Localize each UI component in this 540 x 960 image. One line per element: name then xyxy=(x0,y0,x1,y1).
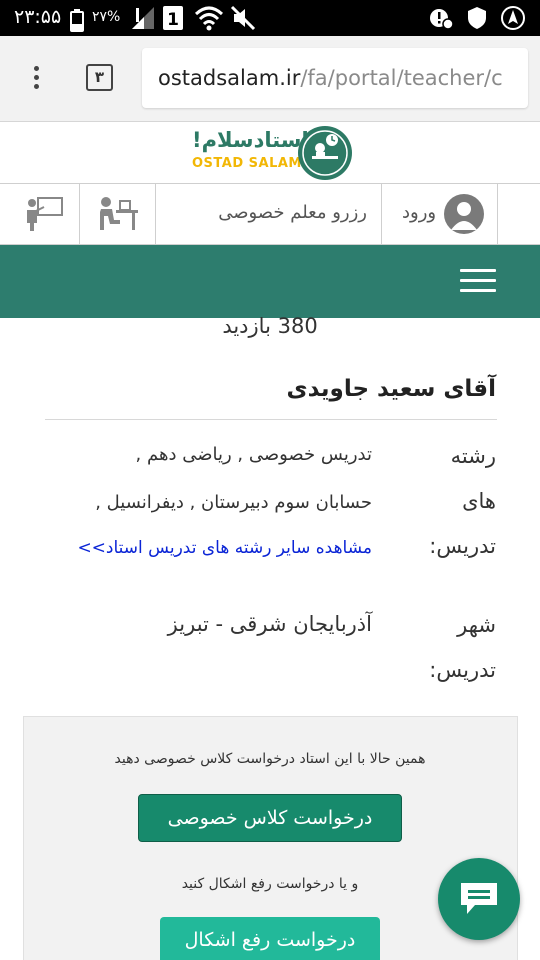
url-host: ostadsalam.ir xyxy=(158,66,301,90)
teaching-fields-label-line3: تدریس: xyxy=(429,534,496,558)
city-label-line2: تدریس: xyxy=(429,658,496,682)
nav-teacher-panel[interactable] xyxy=(0,184,80,244)
nav-reserve-teacher-label: رزرو معلم خصوصی xyxy=(218,202,367,223)
teacher-name: آقای سعید جاویدی xyxy=(286,376,496,402)
status-time: ۲۳:۵۵ xyxy=(14,6,62,28)
teaching-fields-label-line2: های xyxy=(462,489,496,513)
browser-toolbar: ۳ ostadsalam.ir/fa/portal/teacher/c xyxy=(0,36,540,122)
hamburger-menu-icon[interactable] xyxy=(460,269,496,295)
nav-student-panel[interactable] xyxy=(80,184,156,244)
sim-slot-number: 1 xyxy=(167,10,179,30)
battery-percent: ۲۷% xyxy=(92,9,121,25)
shield-icon xyxy=(468,7,486,29)
student-desk-icon xyxy=(100,197,138,230)
tab-switcher-button[interactable]: ۳ xyxy=(86,64,113,91)
status-bar: ۲۳:۵۵ ۲۷% 1 xyxy=(0,0,540,36)
request-problem-solving-button[interactable]: درخواست رفع اشکال xyxy=(160,917,380,960)
request-private-class-button[interactable]: درخواست کلاس خصوصی xyxy=(138,794,402,842)
chat-icon xyxy=(461,883,497,914)
url-path: /fa/portal/teacher/c xyxy=(300,66,503,90)
teaching-fields-line1: تدریس خصوصی , ریاضی دهم , xyxy=(135,444,372,465)
city-label-line1: شهر xyxy=(457,613,496,637)
alert-icon xyxy=(430,9,454,30)
visit-count: 380 بازدید xyxy=(222,314,318,338)
chat-button[interactable] xyxy=(438,858,520,940)
teaching-city: آذربایجان شرقی - تبریز xyxy=(167,612,372,636)
mute-icon xyxy=(230,5,256,31)
battery-icon xyxy=(70,9,84,32)
presenter-icon xyxy=(27,197,63,231)
address-bar[interactable]: ostadsalam.ir/fa/portal/teacher/c xyxy=(142,48,528,108)
user-avatar-icon xyxy=(444,194,484,234)
divider xyxy=(45,419,497,420)
site-logo[interactable]: استادسلام! OSTAD SALAM! xyxy=(186,126,352,182)
more-fields-link[interactable]: مشاهده سایر رشته های تدریس استاد>> xyxy=(77,538,372,558)
nav-reserve-teacher[interactable]: رزرو معلم خصوصی xyxy=(156,184,382,244)
logo-text-en: OSTAD SALAM! xyxy=(192,156,309,171)
request-private-prompt: همین حالا با این استاد درخواست کلاس خصوص… xyxy=(114,751,426,767)
site-header: استادسلام! OSTAD SALAM! xyxy=(0,122,540,184)
site-nav: رزرو معلم خصوصی ورود xyxy=(0,184,540,245)
nav-login-label: ورود xyxy=(402,202,437,223)
browser-menu-button[interactable] xyxy=(24,62,48,98)
sim-icon: 1 xyxy=(163,6,183,30)
main-menu-bar xyxy=(0,245,540,318)
teaching-fields-label-line1: رشته xyxy=(450,444,496,468)
nav-login[interactable]: ورود xyxy=(382,184,498,244)
location-icon xyxy=(501,6,525,30)
wifi-icon xyxy=(194,6,224,31)
teaching-fields-line2: حسابان سوم دبیرستان , دیفرانسیل , xyxy=(95,492,372,513)
logo-emblem-icon xyxy=(298,126,352,180)
logo-text-fa: استادسلام! xyxy=(192,128,309,152)
signal-icon xyxy=(132,7,154,29)
